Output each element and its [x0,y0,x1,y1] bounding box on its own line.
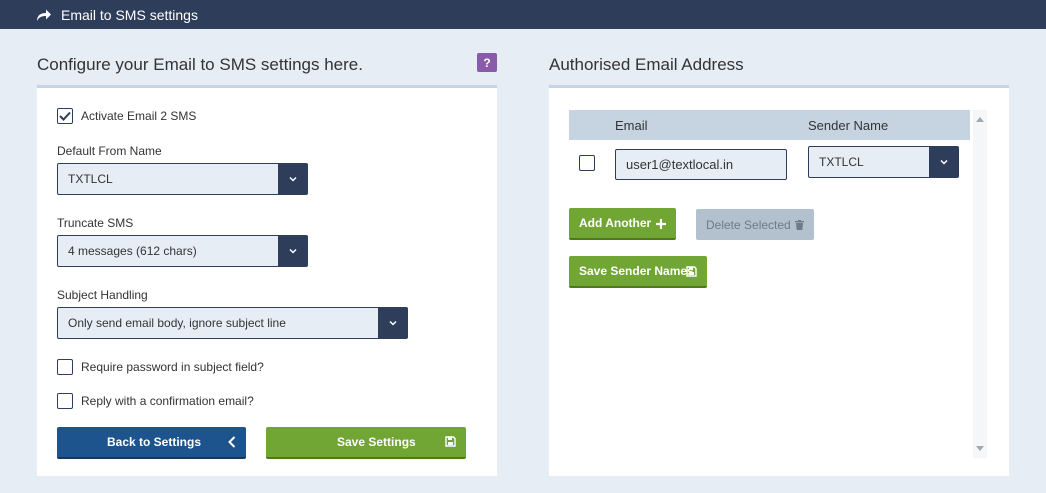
chevron-left-icon [228,436,236,451]
row-select-checkbox[interactable] [579,155,595,171]
require-password-row[interactable]: Require password in subject field? [57,359,264,375]
authorised-email-card: Email Sender Name user1@textlocal.in TXT… [549,85,1009,476]
truncate-label: Truncate SMS [57,216,134,230]
chevron-down-icon[interactable] [378,308,407,338]
sender-name-select[interactable]: TXTLCL [808,146,959,178]
default-from-select[interactable]: TXTLCL [57,163,308,195]
save-sender-names-button[interactable]: Save Sender Names [569,256,707,288]
plus-icon [656,218,666,232]
chevron-down-icon[interactable] [278,236,307,266]
scroll-down-icon[interactable] [976,446,984,451]
chevron-down-icon[interactable] [278,164,307,194]
save-sender-names-label: Save Sender Names [579,264,694,278]
email-field[interactable]: user1@textlocal.in [615,149,787,180]
default-from-label: Default From Name [57,144,162,158]
help-button[interactable]: ? [477,53,497,72]
activate-row[interactable]: Activate Email 2 SMS [57,108,196,124]
subject-label: Subject Handling [57,288,148,302]
floppy-disk-icon [445,436,456,450]
settings-card: Activate Email 2 SMS Default From Name T… [37,85,497,476]
subject-value: Only send email body, ignore subject lin… [68,316,286,330]
back-to-settings-button[interactable]: Back to Settings [57,427,246,459]
email-value: user1@textlocal.in [626,157,734,172]
save-settings-label: Save Settings [337,435,416,449]
add-another-label: Add Another [579,216,652,230]
chevron-down-icon[interactable] [929,147,958,177]
page-title: Email to SMS settings [61,6,198,23]
require-password-label: Require password in subject field? [81,360,264,374]
column-email: Email [615,118,648,133]
add-another-button[interactable]: Add Another [569,208,676,240]
reply-confirm-label: Reply with a confirmation email? [81,394,254,408]
delete-selected-button[interactable]: Delete Selected [696,209,814,240]
trash-icon [795,219,804,233]
subject-select[interactable]: Only send email body, ignore subject lin… [57,307,408,339]
column-sender-name: Sender Name [808,118,889,133]
check-icon [59,111,71,121]
scroll-up-icon[interactable] [976,117,984,122]
reply-confirm-checkbox[interactable] [57,393,73,409]
truncate-select[interactable]: 4 messages (612 chars) [57,235,308,267]
floppy-disk-icon [686,266,697,280]
activate-checkbox[interactable] [57,108,73,124]
sender-name-value: TXTLCL [819,155,864,169]
delete-selected-label: Delete Selected [706,217,791,232]
table-scrollbar[interactable] [973,110,987,458]
reply-confirm-row[interactable]: Reply with a confirmation email? [57,393,254,409]
table-header: Email Sender Name [569,110,970,140]
share-arrow-icon [36,8,52,22]
activate-label: Activate Email 2 SMS [81,109,197,123]
back-button-label: Back to Settings [107,435,202,449]
save-settings-button[interactable]: Save Settings [266,427,466,459]
truncate-value: 4 messages (612 chars) [68,244,197,258]
top-bar: Email to SMS settings [0,0,1046,29]
require-password-checkbox[interactable] [57,359,73,375]
authorised-email-heading: Authorised Email Address [549,55,744,74]
default-from-value: TXTLCL [68,172,113,186]
settings-heading: Configure your Email to SMS settings her… [37,55,363,74]
